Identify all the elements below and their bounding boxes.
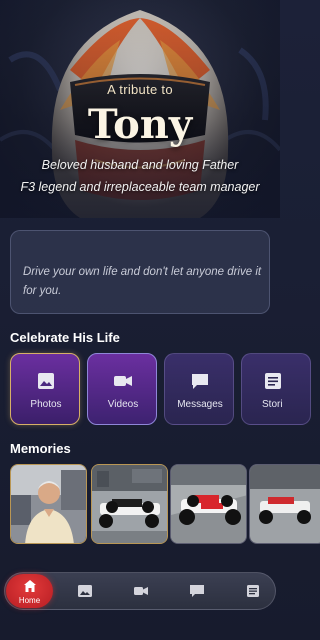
- quote-text: Drive your own life and don't let anyone…: [23, 266, 262, 297]
- videos-tile[interactable]: Videos: [87, 353, 157, 425]
- bottom-nav: Home: [4, 572, 276, 610]
- videos-tile-label: Videos: [107, 399, 139, 410]
- portrait-photo: [11, 465, 86, 543]
- messages-tile-label: Messages: [177, 399, 223, 410]
- hero-kicker: A tribute to: [107, 82, 173, 97]
- race-car-photo: [92, 465, 167, 543]
- memories-section-title: Memories: [10, 441, 71, 456]
- memory-photo-portrait[interactable]: [10, 464, 87, 544]
- video-icon: [114, 376, 132, 386]
- nav-photos-icon[interactable]: [77, 584, 93, 598]
- celebrate-tiles: Photos Videos Messages Stori: [10, 353, 311, 425]
- photos-tile[interactable]: Photos: [10, 353, 80, 425]
- message-icon: [192, 374, 208, 389]
- hero-name: Tony: [87, 101, 193, 148]
- stories-tile-label: Stori: [262, 399, 283, 410]
- photos-tile-label: Photos: [30, 399, 62, 410]
- nav-home-button[interactable]: Home: [6, 574, 53, 608]
- stories-tile[interactable]: Stori: [241, 353, 311, 425]
- home-icon: [24, 580, 36, 592]
- memories-strip: [10, 464, 320, 546]
- memory-photo-race-2[interactable]: [170, 464, 247, 544]
- stories-icon: [265, 373, 281, 389]
- quote-card: Drive your own life and don't let anyone…: [10, 230, 270, 314]
- messages-tile[interactable]: Messages: [164, 353, 234, 425]
- hero-subtitle-1: Beloved husband and loving Father: [41, 158, 239, 172]
- celebrate-section-title: Celebrate His Life: [10, 330, 120, 345]
- nav-videos-icon[interactable]: [133, 584, 149, 598]
- photo-icon: [38, 373, 54, 389]
- hero-subtitle-2: F3 legend and irreplaceable team manager: [20, 180, 260, 194]
- hero-banner: A tribute to Tony Beloved husband and lo…: [0, 0, 280, 218]
- nav-home-label: Home: [18, 596, 41, 605]
- race-car-photo: [250, 465, 320, 543]
- nav-stories-icon[interactable]: [245, 584, 261, 598]
- memory-photo-race-1[interactable]: [91, 464, 168, 544]
- race-car-photo: [171, 465, 246, 543]
- memory-photo-race-3[interactable]: [249, 464, 320, 544]
- nav-messages-icon[interactable]: [189, 584, 205, 598]
